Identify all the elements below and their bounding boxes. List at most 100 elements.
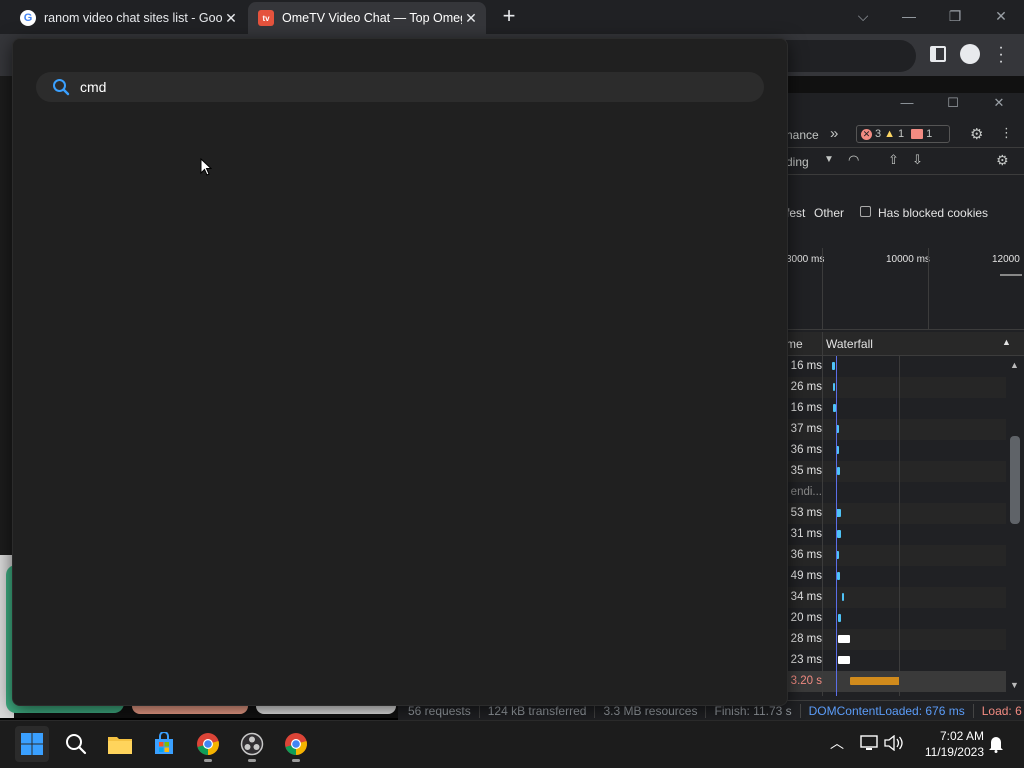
scroll-up-icon[interactable]: ▲ <box>1010 360 1019 370</box>
filter-manifest[interactable]: fest <box>786 206 805 220</box>
scroll-down-icon[interactable]: ▼ <box>1010 680 1019 690</box>
column-divider <box>822 356 823 696</box>
close-window-button[interactable]: ✕ <box>986 4 1016 28</box>
table-row[interactable]: 34 ms <box>786 587 1006 608</box>
mouse-cursor-icon <box>200 158 212 176</box>
row-time: 26 ms <box>790 381 822 393</box>
download-icon[interactable]: ⇩ <box>912 152 923 168</box>
throttling-select[interactable]: ding <box>786 155 809 169</box>
volume-icon[interactable] <box>884 735 904 751</box>
table-row[interactable]: 31 ms <box>786 524 1006 545</box>
new-tab-button[interactable]: + <box>498 5 520 28</box>
close-tab-icon[interactable]: ✕ <box>222 10 240 27</box>
waterfall-bar <box>838 635 850 643</box>
waterfall-bar <box>837 530 841 538</box>
chevron-up-icon[interactable]: ︿ <box>830 733 844 753</box>
grid-line <box>899 356 900 696</box>
network-icon[interactable] <box>860 735 878 751</box>
upload-icon[interactable]: ⇧ <box>888 152 899 168</box>
chrome-taskbar-button[interactable] <box>191 726 225 762</box>
chrome-icon <box>285 733 307 755</box>
dcl-time: DOMContentLoaded: 676 ms <box>801 703 974 718</box>
issue-count: 1 <box>926 128 933 140</box>
devtools-close-button[interactable]: ✕ <box>984 95 1014 111</box>
table-row[interactable]: 37 ms <box>786 419 1006 440</box>
blocked-cookies-checkbox[interactable] <box>860 206 871 217</box>
microsoft-store-button[interactable] <box>147 726 181 762</box>
row-time: 34 ms <box>790 591 822 603</box>
row-time: 16 ms <box>790 360 822 372</box>
scroll-thumb[interactable] <box>1010 436 1020 524</box>
filter-other[interactable]: Other <box>814 206 844 220</box>
table-row[interactable]: 16 ms <box>786 356 1006 377</box>
row-time: 37 ms <box>790 423 822 435</box>
search-icon <box>66 734 87 755</box>
table-row[interactable]: 20 ms <box>786 608 1006 629</box>
table-row[interactable]: 49 ms <box>786 566 1006 587</box>
notification-bell-icon[interactable] <box>988 735 1004 753</box>
row-time: 23 ms <box>790 654 822 666</box>
network-conditions-icon[interactable]: ◠ <box>848 152 859 168</box>
tab-performance[interactable]: nance <box>786 128 819 142</box>
table-row[interactable]: 35 ms <box>786 461 1006 482</box>
load-time: Load: 6 <box>981 703 1022 718</box>
table-row[interactable]: 26 ms <box>786 377 1006 398</box>
devtools-minimize-button[interactable]: — <box>892 95 922 110</box>
error-icon: ✕ <box>861 128 872 140</box>
column-waterfall[interactable]: Waterfall <box>826 337 873 351</box>
grid-line <box>928 248 929 330</box>
windows-start-button[interactable] <box>15 726 49 762</box>
close-tab-icon[interactable]: ✕ <box>462 10 480 27</box>
devtools-menu-icon[interactable]: ⋮ <box>1000 125 1013 141</box>
network-settings-icon[interactable]: ⚙ <box>996 152 1009 169</box>
overview-tick: 3000 ms <box>786 254 825 265</box>
issues-counter[interactable]: ✕ 3 ▲ 1 1 <box>856 125 950 143</box>
waterfall-bar <box>837 572 840 580</box>
request-table-header: me Waterfall ▲ <box>786 332 1024 356</box>
chrome-icon <box>197 733 219 755</box>
request-list-scrollbar[interactable]: ▲ ▼ <box>1006 356 1024 696</box>
table-row[interactable]: 36 ms <box>786 545 1006 566</box>
search-box[interactable] <box>36 72 764 102</box>
table-row[interactable]: 28 ms <box>786 629 1006 650</box>
windows-start-icon <box>21 733 43 755</box>
table-row[interactable]: 3.20 s <box>786 671 1006 692</box>
table-row[interactable]: 23 ms <box>786 650 1006 671</box>
chevron-down-icon[interactable]: ▼ <box>824 154 834 165</box>
grid-line <box>822 248 823 330</box>
waterfall-bar <box>833 383 835 391</box>
devtools-maximize-button[interactable]: ☐ <box>938 95 968 111</box>
dcl-line <box>836 356 837 696</box>
obs-taskbar-button[interactable] <box>235 726 269 762</box>
row-time: 36 ms <box>790 549 822 561</box>
chrome-profile-taskbar-button[interactable] <box>279 726 313 762</box>
waterfall-bar <box>837 467 840 475</box>
column-time[interactable]: me <box>786 337 803 351</box>
profile-avatar[interactable] <box>960 44 980 64</box>
side-panel-icon[interactable] <box>930 46 946 62</box>
error-count: 3 <box>875 128 882 140</box>
row-time: 20 ms <box>790 612 822 624</box>
table-row[interactable]: 36 ms <box>786 440 1006 461</box>
tab-ometv[interactable]: tv OmeTV Video Chat — Top Omeg ✕ <box>248 2 486 34</box>
taskbar-search-button[interactable] <box>59 726 93 762</box>
address-bar[interactable] <box>786 40 916 72</box>
tab-search-button[interactable]: ⌵ <box>848 4 878 28</box>
column-divider <box>822 332 823 356</box>
kebab-menu-icon[interactable]: · · · <box>996 40 1006 70</box>
request-type-filters: fest Other Has blocked cookies <box>786 200 1024 224</box>
table-row[interactable]: endi... <box>786 482 1006 503</box>
tab-google-search[interactable]: G ranom video chat sites list - Goo ✕ <box>8 2 246 34</box>
system-clock[interactable]: 7:02 AM 11/19/2023 <box>912 728 984 760</box>
table-row[interactable]: 53 ms <box>786 503 1006 524</box>
sort-arrow-icon[interactable]: ▲ <box>1002 337 1011 347</box>
search-input[interactable] <box>80 79 680 95</box>
table-row[interactable]: 16 ms <box>786 398 1006 419</box>
running-indicator <box>204 759 212 762</box>
blocked-cookies-label: Has blocked cookies <box>878 206 989 220</box>
file-explorer-button[interactable] <box>103 726 137 762</box>
minimize-button[interactable]: — <box>894 4 924 28</box>
more-tabs-icon[interactable]: » <box>830 125 838 142</box>
maximize-button[interactable]: ❐ <box>940 4 970 28</box>
settings-gear-icon[interactable]: ⚙ <box>970 125 983 143</box>
